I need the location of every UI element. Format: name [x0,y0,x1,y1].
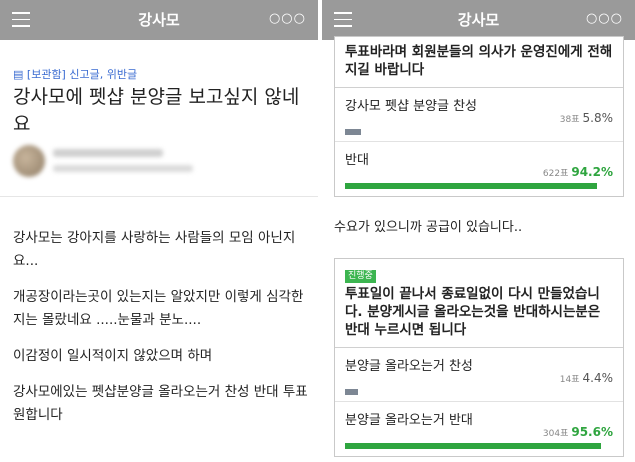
more-dots-icon[interactable]: ○○○ [586,12,623,26]
post-body: 강사모는 강아지를 사랑하는 사람들의 모임 아닌지요... 개공장이라는곳이 … [13,227,309,440]
poll-status-badge: 진행중 [345,270,376,283]
poll-bar-track [345,443,613,449]
post-paragraph: 수요가 있으니까 공급이 있습니다.. [334,220,523,235]
poll-option-stats: 622표 94.2% [543,165,613,179]
poll-bar-track [345,389,613,395]
poll-percent: 95.6% [571,425,613,439]
right-screen: 강사모 ○○○ 투표바라며 회원분들의 의사가 운영진에게 전해지길 바랍니다 … [322,0,635,462]
avatar[interactable] [13,145,45,177]
poll-option[interactable]: 분양글 올라오는거 찬성 14표 4.4% [335,348,623,402]
app-header: 강사모 ○○○ [0,0,318,40]
post-paragraph: 강사모는 강아지를 사랑하는 사람들의 모임 아닌지요... [13,230,296,269]
poll-question: 투표바라며 회원분들의 의사가 운영진에게 전해지길 바랍니다 [345,44,613,78]
poll-option-stats: 38표 5.8% [560,111,613,125]
post-paragraph: 개공장이라는곳이 있는지는 알았지만 이렇게 심각한지는 몰랐네요 .....눈… [13,289,304,328]
post-paragraph: 이감정이 일시적이지 않았으며 하며 [13,348,213,364]
poll-header: 진행중 투표일이 끝나서 종료일없이 다시 만들었습니다. 분양게시글 올라오는… [335,259,623,348]
poll-option-label: 강사모 펫샵 분양글 찬성 [345,99,477,114]
poll-box: 투표바라며 회원분들의 의사가 운영진에게 전해지길 바랍니다 강사모 펫샵 분… [334,36,624,197]
poll-option[interactable]: 분양글 올라오는거 반대 304표 95.6% [335,402,623,456]
poll-option-stats: 14표 4.4% [560,371,613,385]
poll-bar [345,183,598,189]
poll-percent: 94.2% [571,165,613,179]
poll-bar [345,443,602,449]
poll-option-label: 분양글 올라오는거 찬성 [345,359,473,374]
poll-option-label: 반대 [345,153,369,168]
poll-vote-count: 14표 [559,375,580,385]
poll-vote-count: 38표 [559,115,580,125]
post-category-label: [보관함] 신고글, 위반글 [26,68,138,81]
left-screen: 강사모 ○○○ ▤ [보관함] 신고글, 위반글 강사모에 펫샵 분양글 보고싶… [0,0,318,462]
poll-option[interactable]: 강사모 펫샵 분양글 찬성 38표 5.8% [335,88,623,142]
post-paragraph: 강사모에있는 펫샵분양글 올라오는거 찬성 반대 투표원합니다 [13,384,308,423]
poll-percent: 5.8% [582,111,614,125]
author-name-blurred [53,149,163,157]
poll-option[interactable]: 반대 622표 94.2% [335,142,623,196]
poll-header: 투표바라며 회원분들의 의사가 운영진에게 전해지길 바랍니다 [335,37,623,88]
author-meta-blurred [53,165,193,172]
poll-option-label: 분양글 올라오는거 반대 [345,413,473,428]
poll-bar-track [345,129,613,135]
poll-box: 진행중 투표일이 끝나서 종료일없이 다시 만들었습니다. 분양게시글 올라오는… [334,258,624,457]
poll-bar [345,389,359,395]
divider [0,196,318,197]
poll-option-stats: 304표 95.6% [543,425,613,439]
poll-bar-track [345,183,613,189]
poll-bar [345,129,361,135]
poll-vote-count: 622표 [542,169,569,179]
poll-question: 투표일이 끝나서 종료일없이 다시 만들었습니다. 분양게시글 올라오는것을 반… [345,286,601,338]
board-icon: ▤ [13,68,24,81]
post-category-link[interactable]: ▤ [보관함] 신고글, 위반글 [13,66,137,82]
poll-vote-count: 304표 [542,429,569,439]
poll-percent: 4.4% [582,371,614,385]
more-dots-icon[interactable]: ○○○ [269,12,306,26]
post-title: 강사모에 펫샵 분양글 보고싶지 않네요 [13,86,300,135]
app-header: 강사모 ○○○ [322,0,635,40]
